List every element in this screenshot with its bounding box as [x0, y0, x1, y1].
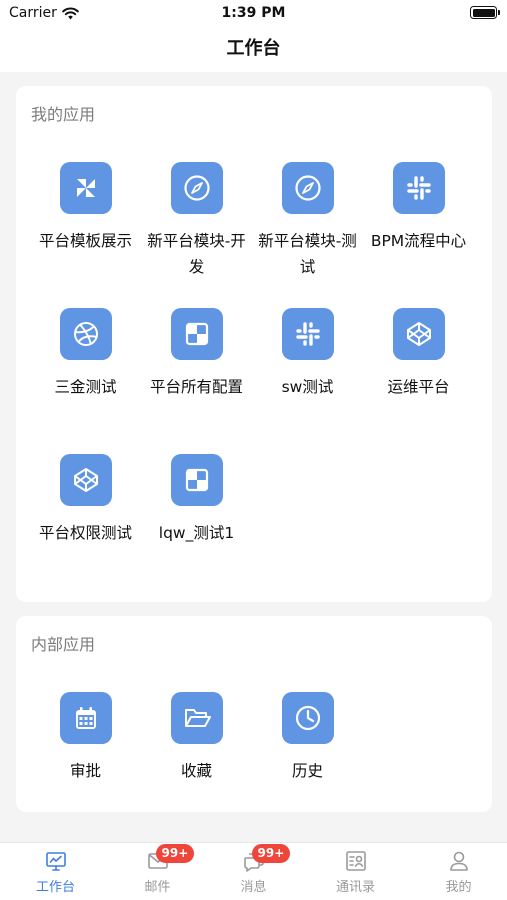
app-label: BPM流程中心: [370, 232, 467, 250]
app-item-platform-permission-test[interactable]: 平台权限测试: [30, 454, 141, 546]
folder-open-icon: [170, 692, 223, 744]
app-item-lqw-test1[interactable]: lqw_测试1: [141, 454, 252, 546]
app-label: 收藏: [180, 762, 212, 780]
slack-icon: [281, 308, 334, 360]
tab-mail[interactable]: 99+ 邮件: [107, 843, 208, 900]
app-label: sw测试: [281, 378, 334, 396]
app-label: 运维平台: [387, 378, 450, 396]
app-label: 历史: [291, 762, 323, 780]
compass-icon: [170, 162, 223, 214]
tab-label: 我的: [445, 880, 472, 895]
app-label: 审批: [69, 762, 101, 780]
clock-icon: [281, 692, 334, 744]
app-item-new-platform-test[interactable]: 新平台模块-测试: [252, 162, 363, 280]
app-label: 平台权限测试: [38, 524, 132, 542]
mail-icon: 99+: [146, 844, 195, 873]
app-item-history[interactable]: 历史: [252, 692, 363, 784]
tab-label: 通讯录: [335, 880, 375, 895]
app-label: 新平台模块-测试: [258, 232, 357, 276]
page-title: 工作台: [0, 26, 507, 72]
app-item-approval[interactable]: 审批: [30, 692, 141, 784]
my-apps-card: 我的应用 平台模板展示 新平台模块-开发 新平台模块-测试 BPM流程中心 三金…: [16, 86, 492, 602]
battery-icon: [470, 6, 500, 19]
app-item-favorites[interactable]: 收藏: [141, 692, 252, 784]
codepen-icon: [392, 308, 445, 360]
app-item-new-platform-dev[interactable]: 新平台模块-开发: [141, 162, 252, 280]
tab-label: 邮件: [144, 880, 171, 895]
app-item-sw-test[interactable]: sw测试: [252, 308, 363, 400]
tab-contacts[interactable]: 通讯录: [305, 843, 406, 900]
calendar-icon: [59, 692, 112, 744]
app-item-platform-template[interactable]: 平台模板展示: [30, 162, 141, 254]
internal-apps-title: 内部应用: [31, 635, 96, 654]
dribbble-icon: [59, 308, 112, 360]
status-time: 1:39 PM: [221, 5, 286, 21]
tab-label: 消息: [240, 880, 267, 895]
tab-workbench[interactable]: 工作台: [5, 843, 106, 900]
app-label: lqw_测试1: [158, 524, 235, 542]
status-bar: Carrier 1:39 PM: [0, 0, 507, 26]
app-label: 平台模板展示: [38, 232, 132, 250]
tab-bar: 工作台 99+ 邮件 99+ 消息 通讯录 我的: [0, 842, 507, 900]
app-item-ops-platform[interactable]: 运维平台: [363, 308, 474, 400]
app-label: 平台所有配置: [149, 378, 243, 396]
user-icon: [447, 849, 471, 873]
grid-squares-icon: [170, 454, 223, 506]
grid-squares-icon: [170, 308, 223, 360]
app-label: 三金测试: [54, 378, 117, 396]
my-apps-title: 我的应用: [31, 105, 96, 124]
app-item-platform-config[interactable]: 平台所有配置: [141, 308, 252, 400]
mail-badge: 99+: [155, 844, 195, 863]
app-label: 新平台模块-开发: [147, 232, 246, 276]
tab-label: 工作台: [35, 880, 75, 895]
contacts-icon: [344, 849, 368, 873]
message-icon: 99+: [242, 844, 291, 873]
app-item-bpm-center[interactable]: BPM流程中心: [363, 162, 474, 254]
codepen-icon: [59, 454, 112, 506]
internal-apps-card: 内部应用 审批 收藏 历史: [16, 616, 492, 812]
tab-messages[interactable]: 99+ 消息: [203, 843, 304, 900]
tab-me[interactable]: 我的: [408, 843, 507, 900]
slack-icon: [392, 162, 445, 214]
monitor-icon: [44, 849, 68, 873]
messages-badge: 99+: [251, 844, 291, 863]
app-item-sanjin-test[interactable]: 三金测试: [30, 308, 141, 400]
pinwheel-icon: [59, 162, 112, 214]
compass-icon: [281, 162, 334, 214]
